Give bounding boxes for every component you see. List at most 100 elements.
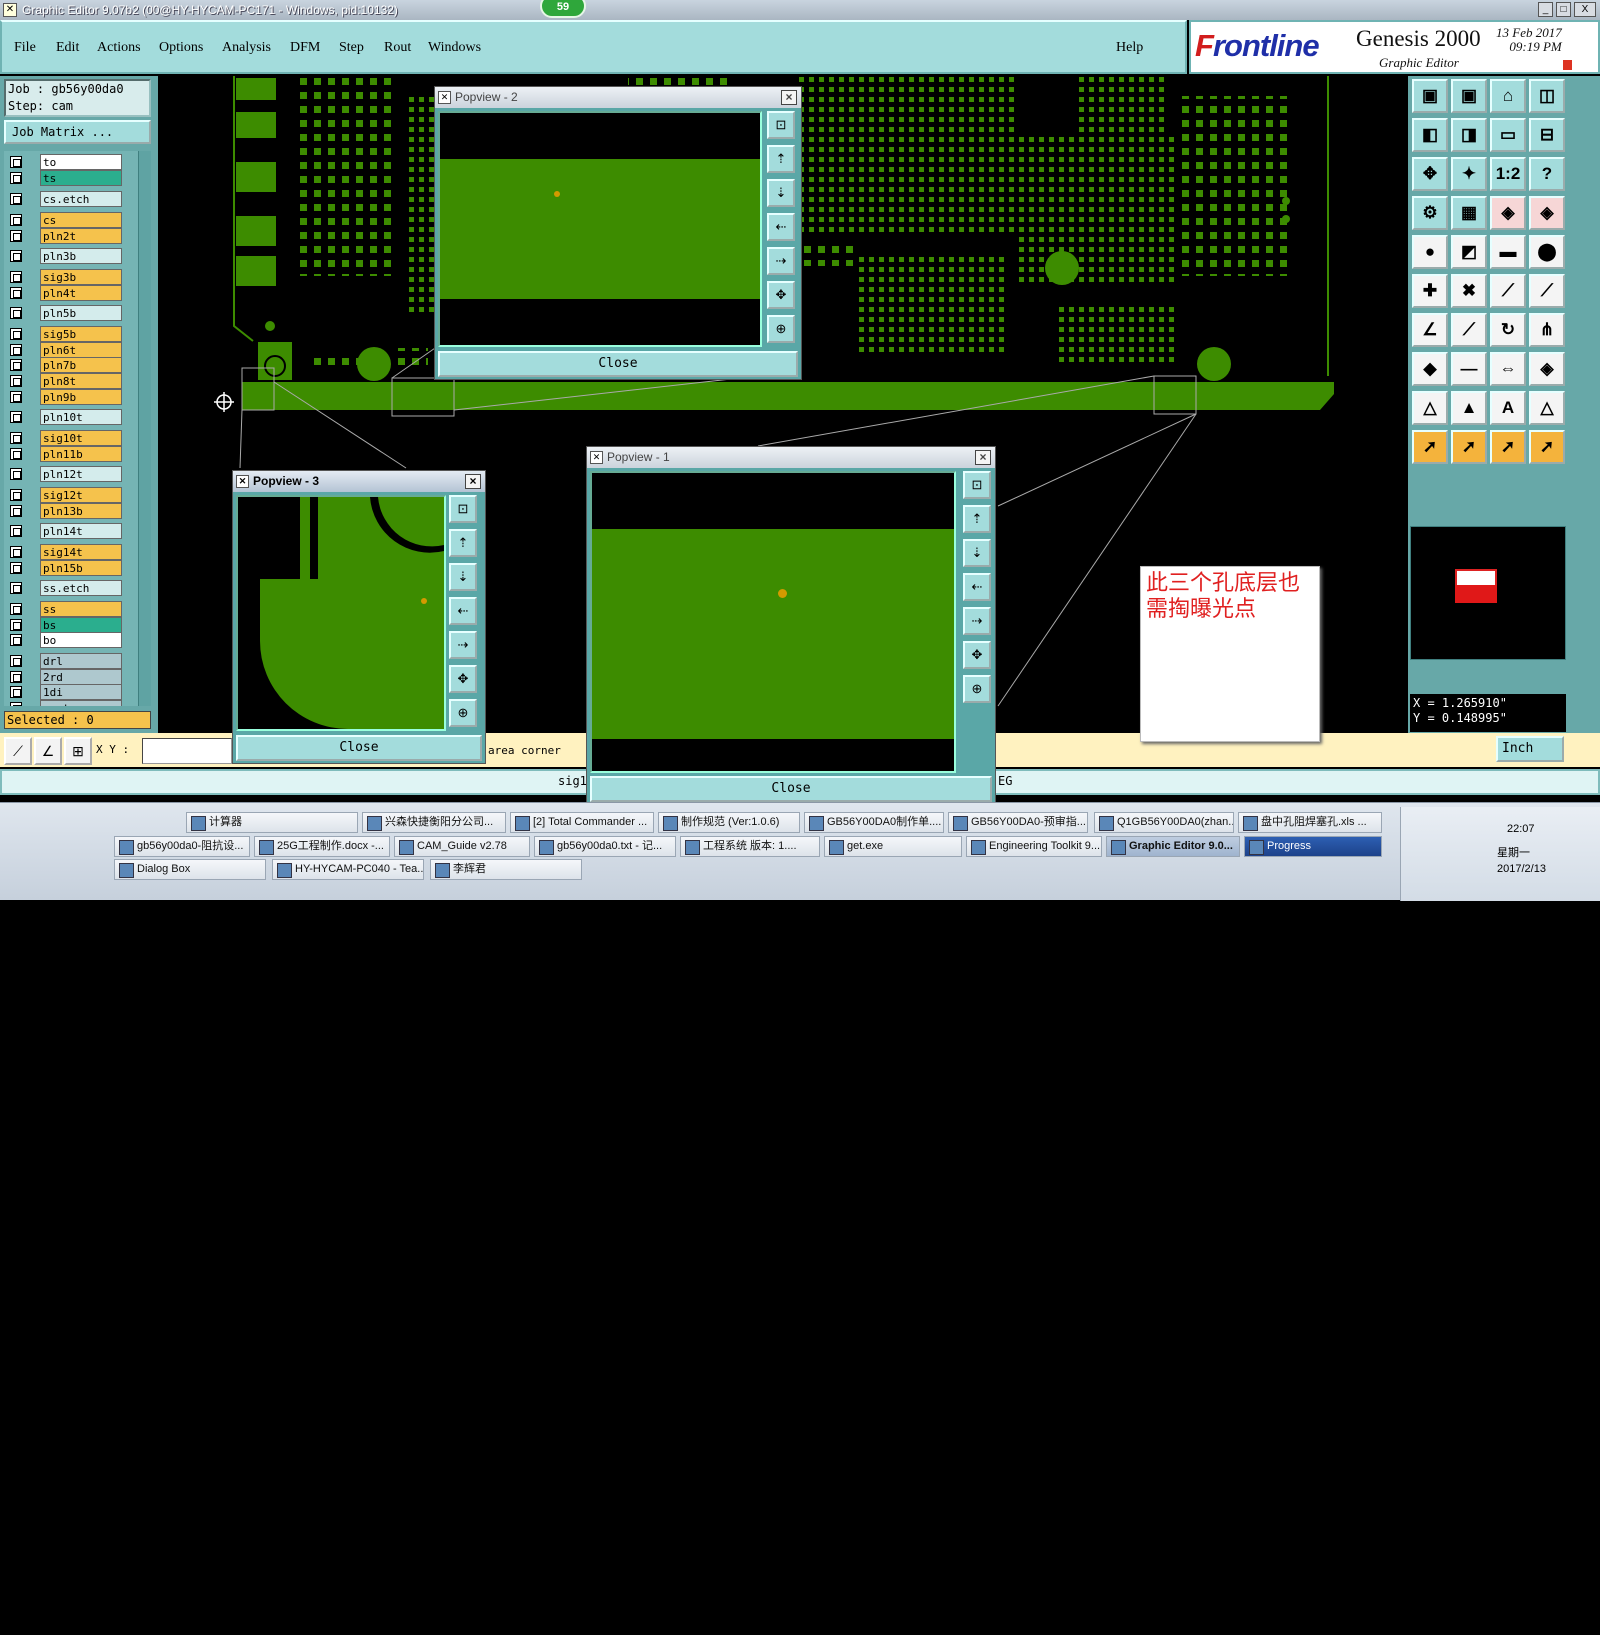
taskbar-item[interactable]: 计算器 bbox=[186, 812, 358, 833]
layer-name[interactable]: pln3b bbox=[40, 248, 122, 264]
popview-2-titlebar[interactable]: ✕ Popview - 2 × bbox=[435, 87, 801, 108]
start-button[interactable]: 开始 bbox=[2, 1613, 56, 1635]
layer-checkbox[interactable] bbox=[10, 582, 22, 594]
layer-row[interactable]: sig14t bbox=[4, 544, 138, 560]
layer-name[interactable]: ss bbox=[40, 601, 122, 617]
layer-checkbox[interactable] bbox=[10, 489, 22, 501]
menu-edit[interactable]: Edit bbox=[56, 40, 79, 56]
taskbar-item[interactable]: GB56Y00DA0制作单.... bbox=[804, 812, 944, 833]
taskbar-item[interactable]: Graphic Editor 9.0... bbox=[1106, 836, 1240, 857]
popview-1-close-button[interactable]: Close bbox=[590, 776, 992, 802]
stretch-tool-icon[interactable]: ⇔ bbox=[1490, 352, 1526, 386]
angle-tool-icon[interactable]: ∠ bbox=[1412, 313, 1448, 347]
taskbar-item[interactable]: Dialog Box bbox=[114, 859, 266, 880]
layer-checkbox[interactable] bbox=[10, 525, 22, 537]
taskbar-item[interactable]: 兴森快捷衡阳分公司... bbox=[362, 812, 506, 833]
line-tool-2-icon[interactable]: ⟋ bbox=[1529, 274, 1565, 308]
layer-name[interactable]: pln4t bbox=[40, 285, 122, 301]
units-selector[interactable]: Inch bbox=[1496, 736, 1564, 762]
zoom-in-icon[interactable]: ⊕ bbox=[767, 315, 795, 343]
layer-name[interactable]: pln7b bbox=[40, 357, 122, 373]
layer-row[interactable]: pln9b bbox=[4, 389, 138, 405]
node-tool-icon[interactable]: ◆ bbox=[1412, 352, 1448, 386]
minimize-button[interactable]: _ bbox=[1538, 2, 1553, 17]
layer-checkbox[interactable] bbox=[10, 250, 22, 262]
popview-1-titlebar[interactable]: ✕ Popview - 1 × bbox=[587, 447, 995, 468]
layer-checkbox[interactable] bbox=[10, 271, 22, 283]
menu-step[interactable]: Step bbox=[339, 40, 364, 56]
ruler-tool-icon[interactable]: ▬ bbox=[1490, 235, 1526, 269]
dash-tool-icon[interactable]: — bbox=[1451, 352, 1487, 386]
pan-right-icon[interactable]: ⇢ bbox=[963, 607, 991, 635]
layer-row[interactable]: cs.etch bbox=[4, 191, 138, 207]
measure-tool-icon[interactable]: ◈ bbox=[1529, 352, 1565, 386]
select-tool-icon[interactable]: ➚ bbox=[1412, 430, 1448, 464]
taskbar-item[interactable]: gb56y00da0.txt - 记... bbox=[534, 836, 676, 857]
layer-row[interactable]: pln6t bbox=[4, 342, 138, 358]
menu-options[interactable]: Options bbox=[159, 40, 203, 56]
rotate-tool-icon[interactable]: ↻ bbox=[1490, 313, 1526, 347]
layer-checkbox[interactable] bbox=[10, 328, 22, 340]
layer-row[interactable]: drl bbox=[4, 653, 138, 669]
popview-2-view[interactable] bbox=[438, 111, 762, 347]
layer-row[interactable]: to bbox=[4, 154, 138, 170]
grid-tool-button[interactable]: ⊞ bbox=[64, 737, 92, 765]
pan-left-icon[interactable]: ⇠ bbox=[963, 573, 991, 601]
layer-row[interactable]: ts bbox=[4, 170, 138, 186]
layer-row[interactable]: bo bbox=[4, 632, 138, 648]
pan-up-icon[interactable]: ⇡ bbox=[963, 505, 991, 533]
pan-left-icon[interactable]: ⇠ bbox=[767, 213, 795, 241]
zoom-fit-icon[interactable]: ✥ bbox=[1412, 157, 1448, 191]
fit-width-icon[interactable]: ▭ bbox=[1490, 118, 1526, 152]
help-icon[interactable]: ? bbox=[1529, 157, 1565, 191]
layer-scrollbar[interactable] bbox=[138, 151, 151, 706]
slope-tool-icon[interactable]: ⟋ bbox=[1451, 313, 1487, 347]
color-tool-icon[interactable]: ◩ bbox=[1451, 235, 1487, 269]
taskbar-item[interactable]: GB56Y00DA0-预审指... bbox=[948, 812, 1088, 833]
pan-up-icon[interactable]: ⇡ bbox=[449, 529, 477, 557]
taskbar-item[interactable]: 李辉君 bbox=[430, 859, 582, 880]
layer-row[interactable]: pln13b bbox=[4, 503, 138, 519]
layer-row[interactable]: 1di bbox=[4, 684, 138, 700]
layer-name[interactable]: pln9b bbox=[40, 389, 122, 405]
zoom-fit-icon[interactable]: ✥ bbox=[963, 641, 991, 669]
zoom-fit-icon[interactable]: ✥ bbox=[767, 281, 795, 309]
taskbar-item[interactable]: Q1GB56Y00DA0(zhan... bbox=[1094, 812, 1234, 833]
select-multi-icon[interactable]: ➚ bbox=[1529, 430, 1565, 464]
layer-checkbox[interactable] bbox=[10, 546, 22, 558]
pan-left-icon[interactable]: ⇠ bbox=[449, 597, 477, 625]
layer-checkbox[interactable] bbox=[10, 505, 22, 517]
taskbar-item[interactable]: 制作规范 (Ver:1.0.6) bbox=[658, 812, 800, 833]
pan-right-icon[interactable]: ⇢ bbox=[449, 631, 477, 659]
popview-3-view[interactable] bbox=[236, 495, 446, 731]
layer-name[interactable]: pln14t bbox=[40, 523, 122, 539]
fit-view-icon[interactable]: ⊡ bbox=[449, 495, 477, 523]
layer-row[interactable]: pln14t bbox=[4, 523, 138, 539]
layer-checkbox[interactable] bbox=[10, 634, 22, 646]
menu-dfm[interactable]: DFM bbox=[290, 40, 320, 56]
pan-right-icon[interactable]: ◨ bbox=[1451, 118, 1487, 152]
shape-tool-icon[interactable]: △ bbox=[1529, 391, 1565, 425]
zoom-home-icon[interactable]: ▣ bbox=[1412, 79, 1448, 113]
fit-view-icon[interactable]: ⊡ bbox=[767, 111, 795, 139]
taskbar-item[interactable]: 工程系统 版本: 1.... bbox=[680, 836, 820, 857]
pan-up-icon[interactable]: ⇡ bbox=[767, 145, 795, 173]
layer-checkbox[interactable] bbox=[10, 432, 22, 444]
fit-view-icon[interactable]: ⊡ bbox=[963, 471, 991, 499]
layer-name[interactable]: 2rd bbox=[40, 669, 122, 685]
layer-checkbox[interactable] bbox=[10, 230, 22, 242]
layer-row[interactable]: rout bbox=[4, 700, 138, 706]
mirror-tool-icon[interactable]: ⋔ bbox=[1529, 313, 1565, 347]
layer-row[interactable]: 2rd bbox=[4, 669, 138, 685]
zoom-fit-icon[interactable]: ✥ bbox=[449, 665, 477, 693]
maximize-button[interactable]: □ bbox=[1556, 2, 1571, 17]
layer-name[interactable]: ts bbox=[40, 170, 122, 186]
layer-row[interactable]: pln10t bbox=[4, 409, 138, 425]
scale-half-icon[interactable]: 1:2 bbox=[1490, 157, 1526, 191]
layer-row[interactable]: ss.etch bbox=[4, 580, 138, 596]
pan-left-icon[interactable]: ◧ bbox=[1412, 118, 1448, 152]
menu-help[interactable]: Help bbox=[1116, 40, 1143, 56]
layer-checkbox[interactable] bbox=[10, 686, 22, 698]
layer-name[interactable]: pln8t bbox=[40, 373, 122, 389]
layer-name[interactable]: pln6t bbox=[40, 342, 122, 358]
